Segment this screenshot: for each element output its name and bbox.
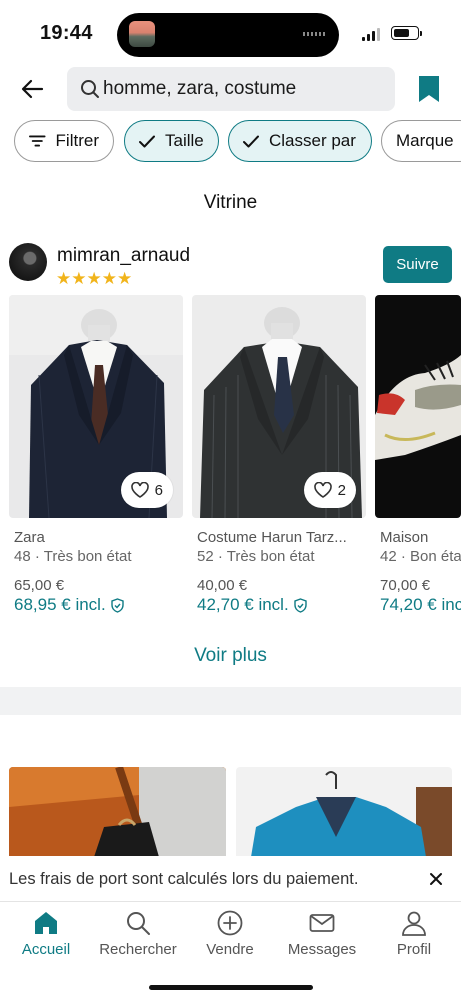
likes-count: 6: [154, 481, 163, 499]
mail-icon: [309, 910, 335, 936]
dynamic-island: [117, 13, 339, 57]
section-title: Vitrine: [203, 192, 258, 213]
product-size-condition: 52 · Très bon état: [197, 548, 315, 565]
product-total-price: 68,95 € incl.: [14, 595, 124, 615]
sort-chip[interactable]: Classer par: [228, 120, 372, 162]
close-icon[interactable]: [427, 870, 445, 888]
brand-chip[interactable]: Marque: [381, 120, 461, 162]
see-more-link[interactable]: Voir plus: [0, 645, 461, 667]
section-divider: [0, 687, 461, 715]
plus-circle-icon: [217, 910, 243, 936]
nav-label: Vendre: [206, 941, 254, 958]
nav-item-messages[interactable]: Messages: [276, 903, 368, 963]
product-size-condition: 42 · Bon état: [380, 548, 461, 565]
product-price: 70,00 €: [380, 577, 431, 594]
product-size-condition: 48 · Très bon état: [14, 548, 132, 565]
status-time: 19:44: [40, 22, 93, 44]
now-playing-thumbnail: [129, 21, 155, 47]
check-icon: [139, 135, 155, 147]
product-total-price: 74,20 € incl.: [380, 595, 461, 614]
nav-item-profile[interactable]: Profil: [368, 903, 460, 963]
size-chip[interactable]: Taille: [124, 120, 219, 162]
likes-count: 2: [337, 481, 346, 499]
product-total-price: 42,70 € incl.: [197, 595, 307, 615]
size-chip-label: Taille: [165, 131, 204, 150]
filter-chip[interactable]: Filtrer: [14, 120, 114, 162]
buyer-protection-shield-icon[interactable]: [293, 597, 307, 613]
nav-label: Messages: [287, 941, 357, 958]
total-price-text: 68,95 € incl.: [14, 595, 106, 614]
filter-chip-label: Filtrer: [55, 131, 99, 150]
nav-item-home[interactable]: Accueil: [0, 903, 92, 963]
heart-icon: [130, 482, 149, 498]
feed-item-image[interactable]: [9, 767, 226, 857]
product-title: Maison: [380, 529, 429, 546]
filter-icon: [29, 135, 46, 147]
nav-item-sell[interactable]: Vendre: [184, 903, 276, 963]
search-icon: [80, 79, 100, 99]
user-icon: [401, 910, 427, 936]
home-indicator[interactable]: [149, 985, 313, 990]
feed-item-image[interactable]: [236, 767, 452, 857]
bottom-nav: Accueil Rechercher Vendre Messages Profi…: [0, 903, 461, 963]
brand-chip-label: Marque: [396, 131, 454, 150]
seller-avatar[interactable]: [9, 243, 47, 281]
total-price-text: 42,70 € incl.: [197, 595, 289, 614]
cellular-signal-icon: [362, 28, 382, 41]
shipping-info-banner: Les frais de port sont calculés lors du …: [0, 856, 461, 902]
product-title: Costume Harun Tarz...: [197, 529, 347, 546]
search-input[interactable]: homme, zara, costume: [67, 67, 395, 111]
battery-icon: [391, 26, 422, 40]
favorite-button[interactable]: 2: [303, 472, 356, 508]
heart-icon: [313, 482, 332, 498]
sort-chip-label: Classer par: [269, 131, 356, 150]
nav-label: Accueil: [21, 941, 71, 958]
waveform-icon: [303, 32, 325, 36]
follow-button[interactable]: Suivre: [383, 246, 452, 283]
product-card[interactable]: Maison 42 · Bon état 70,00 € 74,20 € inc…: [375, 295, 461, 625]
home-icon: [33, 910, 59, 936]
seller-name[interactable]: mimran_arnaud: [57, 245, 190, 267]
save-search-bookmark-icon[interactable]: [416, 74, 442, 104]
search-query: homme, zara, costume: [103, 78, 297, 99]
product-image[interactable]: [375, 295, 461, 518]
back-arrow-icon[interactable]: [18, 74, 48, 104]
favorite-button[interactable]: 6: [120, 472, 173, 508]
product-price: 65,00 €: [14, 577, 65, 594]
banner-message: Les frais de port sont calculés lors du …: [9, 870, 359, 888]
product-title: Zara: [14, 529, 45, 546]
nav-item-search[interactable]: Rechercher: [92, 903, 184, 963]
nav-label: Profil: [396, 941, 432, 958]
buyer-protection-shield-icon[interactable]: [110, 597, 124, 613]
seller-rating-stars: ★★★★★: [56, 269, 133, 288]
nav-label: Rechercher: [99, 941, 177, 958]
product-price: 40,00 €: [197, 577, 248, 594]
status-bar: 19:44: [0, 0, 461, 62]
check-icon: [243, 135, 259, 147]
search-icon: [125, 910, 151, 936]
